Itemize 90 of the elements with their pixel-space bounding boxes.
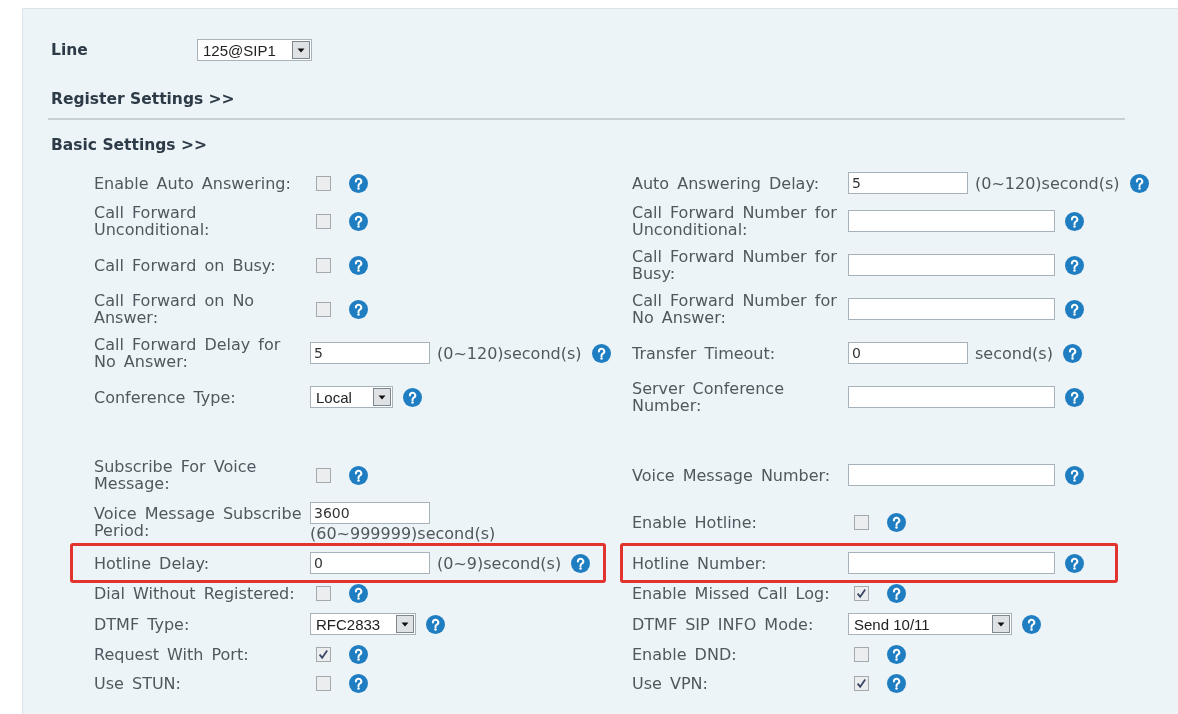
field-label: Enable Missed Call Log: <box>632 585 830 602</box>
dropdown[interactable]: Local <box>310 386 393 408</box>
help-icon[interactable] <box>1065 387 1084 407</box>
checkbox[interactable] <box>854 586 869 601</box>
field-label: Call Forward Number for Busy: <box>632 248 838 282</box>
text-field[interactable] <box>848 552 1055 574</box>
help-icon[interactable] <box>349 299 368 319</box>
caret-icon <box>396 615 415 633</box>
line-label: Line <box>51 41 89 59</box>
unit-label: (0~9)second(s) <box>437 554 562 572</box>
field-label: Call Forward Delay for No Answer: <box>94 336 282 370</box>
help-icon[interactable] <box>1129 173 1149 193</box>
field-label: Transfer Timeout: <box>632 344 776 362</box>
help-icon[interactable] <box>349 173 368 193</box>
field-label: Call Forward on Busy: <box>94 256 276 274</box>
text-field[interactable]: 5 <box>310 342 430 364</box>
help-icon[interactable] <box>349 674 368 693</box>
field-label: Conference Type: <box>94 388 236 406</box>
field-label: DTMF Type: <box>94 615 190 633</box>
help-icon[interactable] <box>571 553 591 573</box>
field-label: Use VPN: <box>632 675 708 692</box>
field-label: Voice Message Number: <box>632 466 831 484</box>
field-label: Server Conference Number: <box>632 380 785 414</box>
field-label: Voice Message Subscribe Period: <box>94 505 303 539</box>
checkbox[interactable] <box>316 467 331 483</box>
help-icon[interactable] <box>887 674 906 693</box>
text-field[interactable]: 3600 <box>310 502 430 524</box>
caret-icon <box>292 41 310 59</box>
checkbox[interactable] <box>316 213 331 229</box>
help-icon[interactable] <box>403 387 422 407</box>
help-icon[interactable] <box>1065 211 1084 231</box>
checkbox[interactable] <box>316 676 331 691</box>
checkbox[interactable] <box>316 257 331 273</box>
help-icon[interactable] <box>1065 465 1084 485</box>
text-field[interactable]: 5 <box>848 172 968 194</box>
section-link[interactable]: Register Settings >> <box>51 90 235 108</box>
help-icon[interactable] <box>349 255 368 275</box>
text-field[interactable]: 0 <box>848 342 968 364</box>
field-label: Enable Auto Answering: <box>94 174 291 192</box>
help-icon[interactable] <box>591 343 611 363</box>
field-label: Auto Answering Delay: <box>632 174 820 192</box>
checkbox[interactable] <box>854 514 869 530</box>
field-label: Call Forward on No Answer: <box>94 292 256 326</box>
field-label: Call Forward Number for No Answer: <box>632 292 838 326</box>
unit-label: (60~999999)second(s) <box>310 525 496 542</box>
checkbox[interactable] <box>316 175 331 191</box>
checkbox[interactable] <box>316 301 331 317</box>
unit-label: (0~120)second(s) <box>975 174 1120 192</box>
field-label: Dial Without Registered: <box>94 585 295 602</box>
help-icon[interactable] <box>887 584 906 603</box>
help-icon[interactable] <box>349 465 368 485</box>
field-label: Hotline Delay: <box>94 554 210 572</box>
field-label: Call Forward Number for Unconditional: <box>632 204 838 238</box>
dropdown[interactable]: RFC2833 <box>310 613 417 635</box>
field-label: Request With Port: <box>94 646 249 663</box>
text-field[interactable]: 0 <box>310 552 430 574</box>
checkbox[interactable] <box>316 586 331 601</box>
dropdown[interactable]: Send 10/11 <box>848 613 1012 635</box>
unit-label: (0~120)second(s) <box>437 344 582 362</box>
help-icon[interactable] <box>1062 343 1082 363</box>
checkbox[interactable] <box>854 647 869 662</box>
caret-icon <box>373 388 391 406</box>
text-field[interactable] <box>848 254 1055 276</box>
help-icon[interactable] <box>426 614 446 634</box>
help-icon[interactable] <box>887 512 906 532</box>
checkbox[interactable] <box>316 647 331 662</box>
line-select[interactable]: 125@SIP1 <box>197 39 312 61</box>
help-icon[interactable] <box>1065 255 1084 275</box>
field-label: Subscribe For Voice Message: <box>94 458 258 492</box>
text-field[interactable] <box>848 386 1055 408</box>
text-field[interactable] <box>848 210 1055 232</box>
checkbox[interactable] <box>854 676 869 691</box>
help-icon[interactable] <box>1065 553 1084 573</box>
field-label: Use STUN: <box>94 675 181 692</box>
field-label: Call Forward Unconditional: <box>94 204 211 238</box>
field-label: Enable Hotline: <box>632 513 757 531</box>
section-link[interactable]: Basic Settings >> <box>51 136 207 154</box>
text-field[interactable] <box>848 464 1055 486</box>
help-icon[interactable] <box>887 645 906 664</box>
help-icon[interactable] <box>1022 614 1041 634</box>
text-field[interactable] <box>848 298 1055 320</box>
field-label: Enable DND: <box>632 646 737 663</box>
help-icon[interactable] <box>349 211 368 231</box>
help-icon[interactable] <box>349 645 368 664</box>
caret-icon <box>992 615 1010 633</box>
field-label: Hotline Number: <box>632 554 767 572</box>
help-icon[interactable] <box>349 584 368 603</box>
field-label: DTMF SIP INFO Mode: <box>632 615 814 633</box>
help-icon[interactable] <box>1065 299 1084 319</box>
unit-label: second(s) <box>975 344 1053 362</box>
